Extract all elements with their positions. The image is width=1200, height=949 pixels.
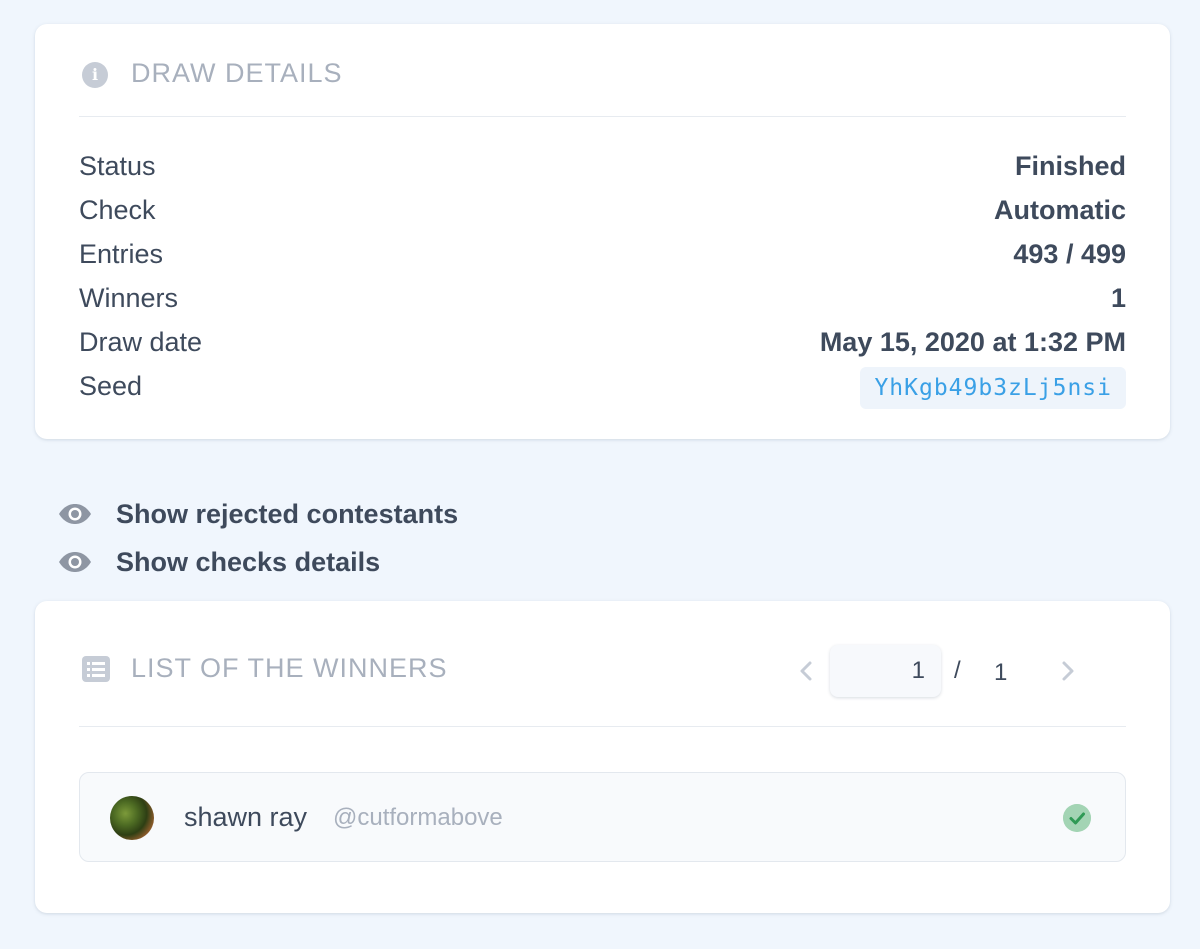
detail-value: Finished: [1014, 151, 1126, 181]
page-total: 1: [994, 659, 1008, 686]
detail-label: Check: [79, 195, 156, 225]
winners-title: LIST OF THE WINNERS: [131, 653, 448, 683]
check-circle-icon: [1063, 804, 1091, 832]
detail-row-status: Status Finished: [79, 151, 1126, 195]
winners-header: LIST OF THE WINNERS / 1: [79, 601, 1126, 727]
detail-label: Draw date: [79, 327, 203, 357]
detail-label: Winners: [79, 283, 179, 313]
winners-card: LIST OF THE WINNERS / 1 shawn ray @cutfo…: [35, 601, 1170, 913]
page-number-input[interactable]: [830, 645, 941, 697]
detail-value: May 15, 2020 at 1:32 PM: [819, 327, 1126, 357]
show-checks-label: Show checks details: [116, 546, 381, 577]
avatar: [110, 796, 154, 840]
chevron-left-icon[interactable]: [792, 655, 820, 687]
info-icon: i: [82, 62, 108, 88]
draw-details-title: DRAW DETAILS: [131, 58, 343, 88]
list-icon: [82, 656, 110, 682]
winner-name: shawn ray: [184, 802, 308, 832]
detail-value: Automatic: [993, 195, 1126, 225]
detail-row-draw-date: Draw date May 15, 2020 at 1:32 PM: [79, 327, 1126, 371]
show-rejected-label: Show rejected contestants: [116, 498, 459, 529]
chevron-right-icon[interactable]: [1054, 655, 1082, 687]
detail-row-winners: Winners 1: [79, 283, 1126, 327]
draw-details-header: i DRAW DETAILS: [79, 24, 1126, 117]
eye-icon: [59, 552, 91, 572]
detail-row-seed: Seed YhKgb49b3zLj5nsi: [79, 367, 1126, 415]
draw-details-list: Status Finished Check Automatic Entries …: [79, 151, 1126, 415]
show-checks-details-toggle[interactable]: Show checks details: [58, 545, 380, 579]
detail-label: Seed: [79, 371, 143, 401]
show-rejected-contestants-toggle[interactable]: Show rejected contestants: [58, 497, 458, 531]
winner-list-item[interactable]: shawn ray @cutformabove: [79, 772, 1126, 862]
winner-handle[interactable]: @cutformabove: [333, 804, 503, 832]
detail-value: 1: [1110, 283, 1126, 313]
detail-label: Status: [79, 151, 156, 181]
eye-icon: [59, 504, 91, 524]
detail-label: Entries: [79, 239, 164, 269]
page-separator: /: [954, 657, 961, 684]
draw-details-card: i DRAW DETAILS Status Finished Check Aut…: [35, 24, 1170, 439]
seed-value: YhKgb49b3zLj5nsi: [860, 367, 1126, 409]
pagination: / 1: [792, 645, 1082, 697]
detail-row-check: Check Automatic: [79, 195, 1126, 239]
detail-row-entries: Entries 493 / 499: [79, 239, 1126, 283]
detail-value: 493 / 499: [1013, 239, 1126, 269]
